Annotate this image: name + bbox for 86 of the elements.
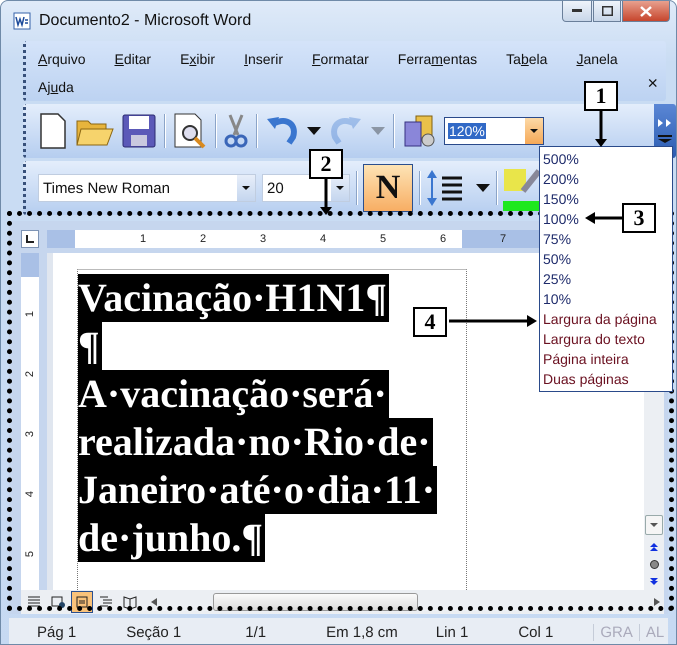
browse-object-icon[interactable] <box>650 560 658 569</box>
menu-close-button[interactable]: × <box>647 73 658 94</box>
maximize-icon <box>602 6 612 16</box>
ruler-number: 4 <box>318 233 328 245</box>
ruler-number: 5 <box>378 233 388 245</box>
scroll-left-icon[interactable] <box>151 598 157 606</box>
menu-item[interactable]: Ajuda <box>38 73 74 101</box>
ruler-number: 2 <box>23 370 37 378</box>
dropdown-arrow-icon <box>336 186 344 190</box>
maximize-button[interactable] <box>593 1 621 22</box>
scroll-thumb[interactable] <box>213 593 418 611</box>
annotation-number: 1 <box>584 81 618 111</box>
status-text: Pág 1 <box>37 624 76 640</box>
print-preview-icon[interactable] <box>173 113 207 149</box>
zoom-option[interactable]: 25% <box>540 269 574 289</box>
status-text: 1/1 <box>245 624 266 640</box>
caret-icon[interactable] <box>476 184 490 192</box>
menu-item[interactable]: Tabela <box>506 45 548 73</box>
annotation-arrow <box>595 111 607 147</box>
font-size-combo[interactable]: 20 <box>262 174 350 202</box>
ruler-number: 2 <box>198 233 208 245</box>
view-icon <box>122 594 138 610</box>
view-mode-button[interactable] <box>71 591 93 613</box>
dropdown-arrow-icon <box>242 186 250 190</box>
down-arrow-icon <box>650 523 658 527</box>
scissors-icon[interactable] <box>224 113 248 149</box>
view-icon <box>74 594 90 610</box>
status-text: Lin 1 <box>436 624 468 640</box>
ruler-number: 1 <box>138 233 148 245</box>
minimize-button[interactable] <box>562 1 592 22</box>
ruler-number: 7 <box>498 233 508 245</box>
menu-item[interactable]: Arquivo <box>38 45 86 73</box>
ruler-number: 1 <box>23 310 37 318</box>
zoom-option[interactable]: 50% <box>540 249 574 269</box>
zoom-option[interactable]: Largura da página <box>540 309 660 329</box>
zoom-option[interactable]: 100% <box>540 209 582 229</box>
font-combo[interactable]: Times New Roman <box>38 174 256 202</box>
close-icon <box>640 6 652 16</box>
annotation-number: 2 <box>309 149 343 179</box>
menu-item[interactable]: Ferramentas <box>398 45 478 73</box>
research-books-icon[interactable] <box>402 114 436 148</box>
annotation-arrow <box>585 212 622 224</box>
zoom-option[interactable]: Página inteira <box>540 349 632 369</box>
menu-item[interactable]: Janela <box>576 45 618 73</box>
caret-icon[interactable] <box>307 127 321 135</box>
customize-caret-icon <box>658 135 672 143</box>
window-title: Documento2 - Microsoft Word <box>39 12 252 30</box>
menu-item[interactable]: Exibir <box>180 45 216 73</box>
undo-icon[interactable] <box>265 115 299 147</box>
tab-stop-icon <box>26 235 34 243</box>
status-indicator: GRA <box>593 624 633 640</box>
dropdown-arrow-icon <box>530 129 538 133</box>
zoom-option[interactable]: Largura do texto <box>540 329 648 349</box>
status-text: Em 1,8 cm <box>326 624 398 640</box>
new-document-icon[interactable] <box>38 113 68 149</box>
status-indicator: AL <box>638 624 664 640</box>
ruler-number: 3 <box>258 233 268 245</box>
tab-selector-button[interactable] <box>21 230 39 248</box>
zoom-option[interactable]: 10% <box>540 289 574 309</box>
menu-item[interactable]: Formatar <box>312 45 369 73</box>
zoom-option[interactable]: 200% <box>540 169 582 189</box>
status-text: Seção 1 <box>126 624 182 640</box>
annotation-number: 4 <box>413 307 447 337</box>
view-icon <box>50 594 66 610</box>
ruler-number: 5 <box>23 550 37 558</box>
zoom-option[interactable]: 75% <box>540 229 574 249</box>
scroll-right-icon[interactable] <box>654 598 660 606</box>
zoom-option[interactable]: Duas páginas <box>540 369 632 389</box>
annotation-number: 3 <box>622 203 656 233</box>
scroll-down-button[interactable] <box>645 515 663 535</box>
ruler-number: 6 <box>438 233 448 245</box>
word-document-icon[interactable] <box>13 12 31 30</box>
chevrons-icon <box>658 119 672 127</box>
menu-item[interactable]: Editar <box>114 45 152 73</box>
zoom-option[interactable]: 150% <box>540 189 582 209</box>
menu-item[interactable]: Inserir <box>244 45 283 73</box>
ruler-number: 4 <box>23 490 37 498</box>
status-text: Col 1 <box>518 624 554 640</box>
minimize-icon <box>572 9 582 13</box>
ruler-number: 3 <box>23 430 37 438</box>
previous-page-icon[interactable] <box>650 543 658 552</box>
bold-button[interactable]: N <box>363 164 413 212</box>
next-page-icon[interactable] <box>650 577 658 586</box>
close-button[interactable] <box>622 1 670 22</box>
zoom-option[interactable]: 500% <box>540 149 582 169</box>
zoom-combo[interactable]: 120% <box>444 117 544 145</box>
